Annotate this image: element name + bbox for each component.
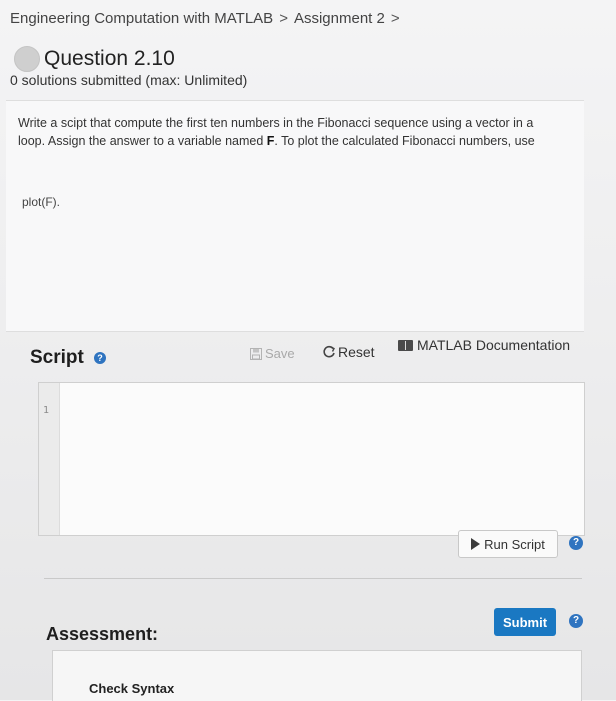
breadcrumb-trailing-separator: > xyxy=(390,10,400,27)
problem-description: Write a scipt that compute the first ten… xyxy=(18,114,544,150)
run-script-help-icon[interactable]: ? xyxy=(569,536,583,550)
line-number-gutter: 1 xyxy=(39,383,60,535)
run-script-label: Run Script xyxy=(484,536,545,552)
script-editor[interactable]: 1 xyxy=(38,382,585,536)
matlab-documentation-label: MATLAB Documentation xyxy=(417,337,571,353)
matlab-documentation-link[interactable]: MATLAB Documentation xyxy=(398,337,570,353)
breadcrumb-assignment-link[interactable]: Assignment 2 xyxy=(294,10,385,27)
save-button[interactable]: Save xyxy=(250,346,295,361)
question-status-icon xyxy=(14,46,40,72)
breadcrumb-course-link[interactable]: Engineering Computation with MATLAB xyxy=(10,10,273,27)
submit-help-icon[interactable]: ? xyxy=(569,614,583,628)
breadcrumb-separator: > xyxy=(279,10,288,27)
section-divider xyxy=(44,578,582,579)
save-button-label: Save xyxy=(265,346,295,361)
page-title: Question 2.10 xyxy=(44,47,175,70)
run-script-button[interactable]: Run Script xyxy=(458,530,558,558)
script-heading: Script xyxy=(30,347,84,368)
reset-button[interactable]: Reset xyxy=(322,344,375,360)
check-syntax-label: Check Syntax xyxy=(89,681,175,696)
save-icon xyxy=(250,347,262,360)
reset-icon xyxy=(323,345,335,358)
solutions-count: 0 solutions submitted (max: Unlimited) xyxy=(10,72,248,88)
breadcrumb: Engineering Computation with MATLAB > Assi… xyxy=(10,10,406,27)
problem-text-after: . To plot the calculated Fibonacci numbe… xyxy=(274,134,535,148)
assessment-heading: Assessment: xyxy=(46,624,159,644)
book-icon xyxy=(398,339,413,351)
play-icon xyxy=(471,538,481,550)
script-help-icon[interactable]: ? xyxy=(94,352,106,364)
assessment-panel: Check Syntax xyxy=(52,650,582,701)
problem-code-snippet: plot(F). xyxy=(22,195,61,209)
submit-button[interactable]: Submit xyxy=(494,608,556,636)
line-number: 1 xyxy=(43,405,50,416)
reset-button-label: Reset xyxy=(338,344,375,360)
problem-panel: Write a scipt that compute the first ten… xyxy=(6,100,584,332)
